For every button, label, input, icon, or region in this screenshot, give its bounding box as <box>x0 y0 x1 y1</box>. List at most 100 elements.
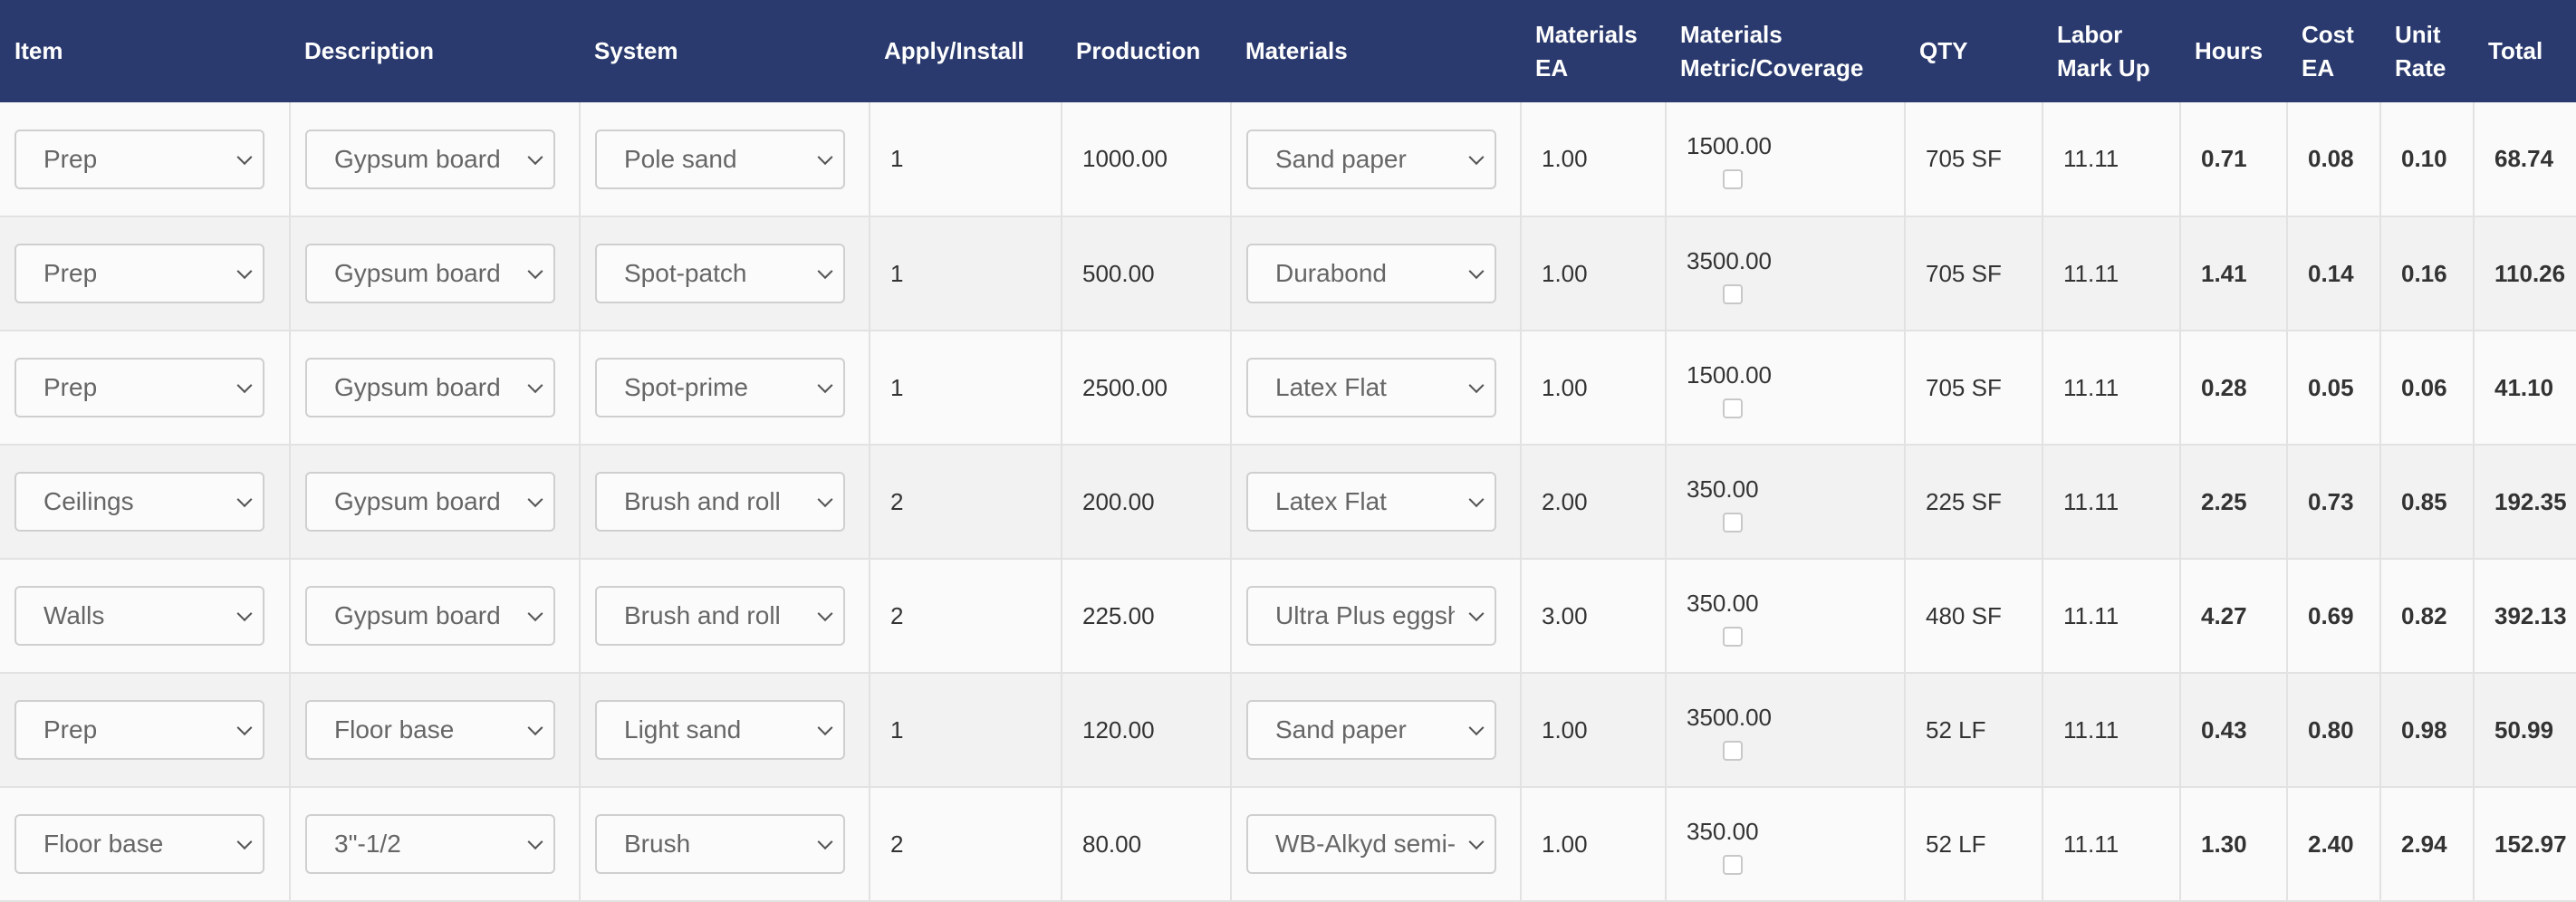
chevron-down-icon <box>236 492 253 508</box>
table-row: Prep Gypsum board Spot-patch 1 500.00 Du… <box>0 216 2576 331</box>
description-select[interactable]: Gypsum board <box>305 472 555 532</box>
chevron-down-icon <box>236 378 253 394</box>
item-select[interactable]: Prep <box>14 244 264 303</box>
materials-ea-value: 3.00 <box>1521 559 1667 674</box>
qty-value: 52 LF <box>1905 673 2043 788</box>
unit-rate-value: 0.85 <box>2380 445 2475 560</box>
description-select[interactable]: Gypsum board <box>305 358 555 417</box>
system-select[interactable]: Brush and roll <box>595 586 845 646</box>
item-select[interactable]: Prep <box>14 358 264 417</box>
description-select[interactable]: Gypsum board <box>305 244 555 303</box>
col-header-coverage[interactable]: Materials Metric/Coverage <box>1666 0 1905 102</box>
system-select[interactable]: Brush and roll <box>595 472 845 532</box>
cost-ea-value: 0.05 <box>2287 331 2381 446</box>
materials-select[interactable]: WB-Alkyd semi-gloss <box>1246 814 1496 874</box>
chevron-down-icon <box>527 378 543 394</box>
item-select[interactable]: Prep <box>14 700 264 760</box>
col-header-apply-install[interactable]: Apply/Install <box>870 0 1062 102</box>
total-value: 392.13 <box>2474 559 2576 674</box>
col-header-hours[interactable]: Hours <box>2180 0 2287 102</box>
labor-markup-value: 11.11 <box>2043 787 2181 902</box>
estimate-table: Item Description System Apply/Install Pr… <box>0 0 2576 902</box>
system-select[interactable]: Light sand <box>595 700 845 760</box>
apply-install-value: 1 <box>870 102 1062 217</box>
coverage-value: 1500.00 <box>1687 132 1772 159</box>
header-row: Item Description System Apply/Install Pr… <box>0 0 2576 102</box>
chevron-down-icon <box>1468 264 1485 280</box>
qty-value: 480 SF <box>1905 559 2043 674</box>
col-header-total[interactable]: Total <box>2474 0 2576 102</box>
labor-markup-value: 11.11 <box>2043 331 2181 446</box>
item-select[interactable]: Prep <box>14 129 264 189</box>
col-header-item[interactable]: Item <box>0 0 290 102</box>
total-value: 41.10 <box>2474 331 2576 446</box>
table-row: Prep Floor base Light sand 1 120.00 Sand… <box>0 673 2576 788</box>
materials-select[interactable]: Sand paper <box>1246 700 1496 760</box>
cost-ea-value: 0.73 <box>2287 445 2381 560</box>
materials-select[interactable]: Ultra Plus eggshell <box>1246 586 1496 646</box>
col-header-cost-ea[interactable]: Cost EA <box>2287 0 2380 102</box>
chevron-down-icon <box>817 606 833 622</box>
chevron-down-icon <box>1468 492 1485 508</box>
qty-value: 225 SF <box>1905 445 2043 560</box>
coverage-checkbox[interactable] <box>1723 854 1743 875</box>
production-value: 1000.00 <box>1062 102 1232 217</box>
system-select[interactable]: Brush <box>595 814 845 874</box>
materials-select[interactable]: Latex Flat <box>1246 358 1496 417</box>
unit-rate-value: 0.16 <box>2380 216 2475 331</box>
col-header-materials-ea[interactable]: Materials EA <box>1521 0 1666 102</box>
table-row: Walls Gypsum board Brush and roll 2 225.… <box>0 559 2576 674</box>
chevron-down-icon <box>527 149 543 165</box>
chevron-down-icon <box>817 492 833 508</box>
system-select[interactable]: Spot-prime <box>595 358 845 417</box>
table-row: Prep Gypsum board Spot-prime 1 2500.00 L… <box>0 331 2576 446</box>
labor-markup-value: 11.11 <box>2043 102 2181 217</box>
description-select[interactable]: 3"-1/2 <box>305 814 555 874</box>
coverage-checkbox[interactable] <box>1723 626 1743 647</box>
coverage-checkbox[interactable] <box>1723 740 1743 761</box>
col-header-qty[interactable]: QTY <box>1905 0 2043 102</box>
materials-ea-value: 1.00 <box>1521 102 1667 217</box>
chevron-down-icon <box>236 720 253 736</box>
coverage-checkbox[interactable] <box>1723 169 1743 189</box>
system-select[interactable]: Pole sand <box>595 129 845 189</box>
col-header-production[interactable]: Production <box>1062 0 1231 102</box>
hours-value: 1.30 <box>2180 787 2288 902</box>
description-select[interactable]: Gypsum board <box>305 129 555 189</box>
col-header-system[interactable]: System <box>580 0 870 102</box>
col-header-materials[interactable]: Materials <box>1231 0 1521 102</box>
system-select[interactable]: Spot-patch <box>595 244 845 303</box>
col-header-unit-rate[interactable]: Unit Rate <box>2380 0 2474 102</box>
cost-ea-value: 0.14 <box>2287 216 2381 331</box>
coverage-value: 3500.00 <box>1687 703 1772 731</box>
chevron-down-icon <box>817 378 833 394</box>
unit-rate-value: 0.06 <box>2380 331 2475 446</box>
coverage-checkbox[interactable] <box>1723 398 1743 418</box>
item-select[interactable]: Ceilings <box>14 472 264 532</box>
chevron-down-icon <box>527 492 543 508</box>
qty-value: 705 SF <box>1905 102 2043 217</box>
qty-value: 52 LF <box>1905 787 2043 902</box>
hours-value: 2.25 <box>2180 445 2288 560</box>
item-select[interactable]: Walls <box>14 586 264 646</box>
description-select[interactable]: Floor base <box>305 700 555 760</box>
coverage-value: 350.00 <box>1687 475 1759 503</box>
production-value: 200.00 <box>1062 445 1232 560</box>
unit-rate-value: 0.82 <box>2380 559 2475 674</box>
col-header-description[interactable]: Description <box>290 0 580 102</box>
coverage-checkbox[interactable] <box>1723 283 1743 304</box>
coverage-value: 350.00 <box>1687 589 1759 617</box>
col-header-labor-markup[interactable]: Labor Mark Up <box>2043 0 2180 102</box>
coverage-value: 1500.00 <box>1687 360 1772 389</box>
description-select[interactable]: Gypsum board <box>305 586 555 646</box>
materials-select[interactable]: Latex Flat <box>1246 472 1496 532</box>
qty-value: 705 SF <box>1905 331 2043 446</box>
total-value: 110.26 <box>2474 216 2576 331</box>
coverage-value: 3500.00 <box>1687 246 1772 274</box>
item-select[interactable]: Floor base <box>14 814 264 874</box>
materials-select[interactable]: Sand paper <box>1246 129 1496 189</box>
materials-select[interactable]: Durabond <box>1246 244 1496 303</box>
coverage-checkbox[interactable] <box>1723 512 1743 533</box>
chevron-down-icon <box>527 720 543 736</box>
qty-value: 705 SF <box>1905 216 2043 331</box>
